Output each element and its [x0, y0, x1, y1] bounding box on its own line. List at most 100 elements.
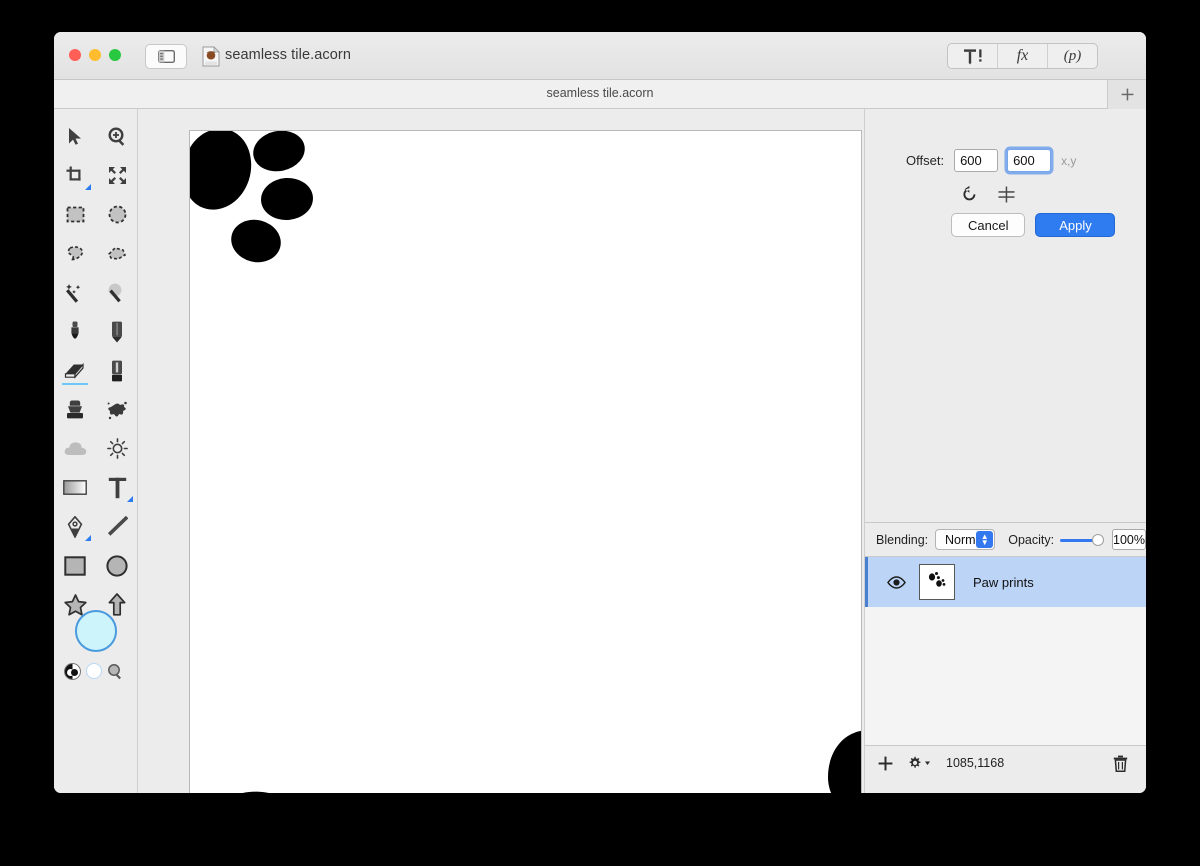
- instant-alpha-icon: [108, 283, 122, 302]
- crop-icon: [66, 166, 81, 181]
- offset-y-input[interactable]: 600: [1007, 149, 1052, 172]
- rectangle-shape-tool[interactable]: [54, 546, 96, 585]
- clone-stamp-tool[interactable]: [54, 390, 96, 429]
- blending-label: Blending:: [876, 532, 929, 547]
- layers-header: Blending: Normal ▲ ▼ Opacity: 100%: [865, 523, 1146, 557]
- blending-mode-select[interactable]: Normal ▲ ▼: [935, 529, 996, 550]
- up-arrow-icon: [108, 593, 126, 616]
- sidebar-toggle-button[interactable]: [145, 44, 187, 69]
- offset-label: Offset:: [906, 153, 945, 168]
- magic-wand-tool[interactable]: [54, 273, 96, 312]
- offset-row: Offset: 600 600 x,y: [906, 149, 1076, 172]
- color-controls: [64, 658, 128, 684]
- tool-variant-indicator: [85, 535, 91, 541]
- blur-tool[interactable]: [54, 429, 96, 468]
- instant-alpha-tool[interactable]: [96, 273, 138, 312]
- ellipse-select-tool[interactable]: [96, 195, 138, 234]
- zoom-tool[interactable]: [96, 117, 138, 156]
- foreground-color-swatch[interactable]: [75, 610, 117, 652]
- magnifier-plus-icon: [107, 127, 124, 146]
- color-picker-magnifier-icon[interactable]: [107, 663, 124, 680]
- pencil-tool[interactable]: [96, 312, 138, 351]
- rectangle-select-tool[interactable]: [54, 195, 96, 234]
- square-icon: [64, 555, 86, 576]
- brush-tool[interactable]: [54, 312, 96, 351]
- text-tool[interactable]: [96, 468, 138, 507]
- pen-tool[interactable]: [54, 507, 96, 546]
- presets-button[interactable]: (p): [1048, 44, 1097, 68]
- eye-visibility-icon[interactable]: [887, 575, 906, 589]
- paw-print-top-left: [190, 131, 313, 263]
- acorn-document-icon: [202, 46, 220, 67]
- tool-palette: [54, 109, 138, 793]
- crosshair-icon[interactable]: [998, 186, 1015, 203]
- smudge-tool[interactable]: [96, 390, 138, 429]
- eraser-tool[interactable]: [54, 351, 96, 390]
- new-tab-button[interactable]: [1107, 80, 1146, 109]
- tool-variant-indicator: [85, 184, 91, 190]
- ellipse-shape-tool[interactable]: [96, 546, 138, 585]
- reset-arrow-icon[interactable]: [961, 185, 978, 203]
- paw-print-bottom-right: [828, 730, 861, 793]
- tool-variant-indicator: [127, 496, 133, 502]
- text-t-icon: [108, 477, 126, 498]
- offset-xy-hint: x,y: [1061, 153, 1077, 168]
- layer-settings-menu[interactable]: [907, 756, 932, 771]
- cloud-icon: [64, 442, 86, 455]
- window-titlebar: seamless tile.acorn fx (p): [54, 32, 1146, 80]
- tools-button[interactable]: [948, 44, 997, 68]
- magic-wand-icon: [66, 283, 81, 303]
- hammer-icon: [963, 48, 981, 64]
- plus-icon: [878, 756, 893, 770]
- line-tool[interactable]: [96, 507, 138, 546]
- layer-name-label: Paw prints: [973, 574, 1034, 590]
- lasso-select-tool[interactable]: [54, 234, 96, 273]
- fx-label: fx: [1016, 47, 1029, 64]
- layer-thumbnail: [919, 564, 955, 600]
- delete-layer-button[interactable]: [1113, 755, 1128, 772]
- opacity-knob[interactable]: [1092, 533, 1105, 546]
- paw-print-bottom-edge: [224, 791, 276, 793]
- zoom-button[interactable]: [109, 49, 121, 61]
- plus-icon: [1121, 88, 1133, 101]
- pen-nib-icon: [67, 515, 83, 538]
- close-button[interactable]: [69, 49, 81, 61]
- opacity-slider[interactable]: [1060, 533, 1105, 547]
- polygon-lasso-icon: [108, 246, 127, 260]
- default-colors-icon[interactable]: [86, 663, 102, 679]
- polygon-select-tool[interactable]: [96, 234, 138, 273]
- cancel-button[interactable]: Cancel: [951, 213, 1026, 237]
- minimize-button[interactable]: [89, 49, 101, 61]
- gradient-icon: [63, 480, 87, 495]
- block-eraser-tool[interactable]: [96, 351, 138, 390]
- apply-button[interactable]: Apply: [1035, 213, 1116, 237]
- add-layer-button[interactable]: [878, 756, 893, 771]
- document-canvas[interactable]: [189, 130, 862, 793]
- sidebar-icon: [157, 50, 175, 63]
- sun-icon: [106, 438, 128, 459]
- tab-seamless-tile[interactable]: seamless tile.acorn: [54, 86, 1146, 100]
- canvas-area: [138, 109, 864, 793]
- swap-colors-icon[interactable]: [64, 662, 81, 680]
- opacity-label: Opacity:: [1008, 532, 1055, 547]
- brush-icon: [71, 321, 79, 339]
- window-body: Offset: 600 600 x,y Cancel Apply Blendin…: [54, 109, 1146, 793]
- gradient-tool[interactable]: [54, 468, 96, 507]
- offset-x-input[interactable]: 600: [954, 149, 999, 172]
- opacity-value-input[interactable]: 100%: [1112, 529, 1146, 550]
- clone-stamp-icon: [67, 400, 83, 419]
- pencil-icon: [112, 321, 122, 342]
- move-tool[interactable]: [54, 117, 96, 156]
- transform-tool[interactable]: [96, 156, 138, 195]
- layer-row-paw-prints[interactable]: Paw prints: [865, 557, 1146, 607]
- crop-tool[interactable]: [54, 156, 96, 195]
- dodge-tool[interactable]: [96, 429, 138, 468]
- window-document-title: seamless tile.acorn: [225, 47, 352, 63]
- lasso-icon: [67, 245, 84, 260]
- filters-button[interactable]: fx: [998, 44, 1047, 68]
- gear-dropdown-icon: [909, 756, 930, 768]
- dashed-ellipse-icon: [108, 205, 126, 224]
- layers-footer: 1085,1168: [865, 745, 1146, 780]
- smudge-splatter-icon: [107, 401, 127, 419]
- eraser-icon: [64, 362, 84, 379]
